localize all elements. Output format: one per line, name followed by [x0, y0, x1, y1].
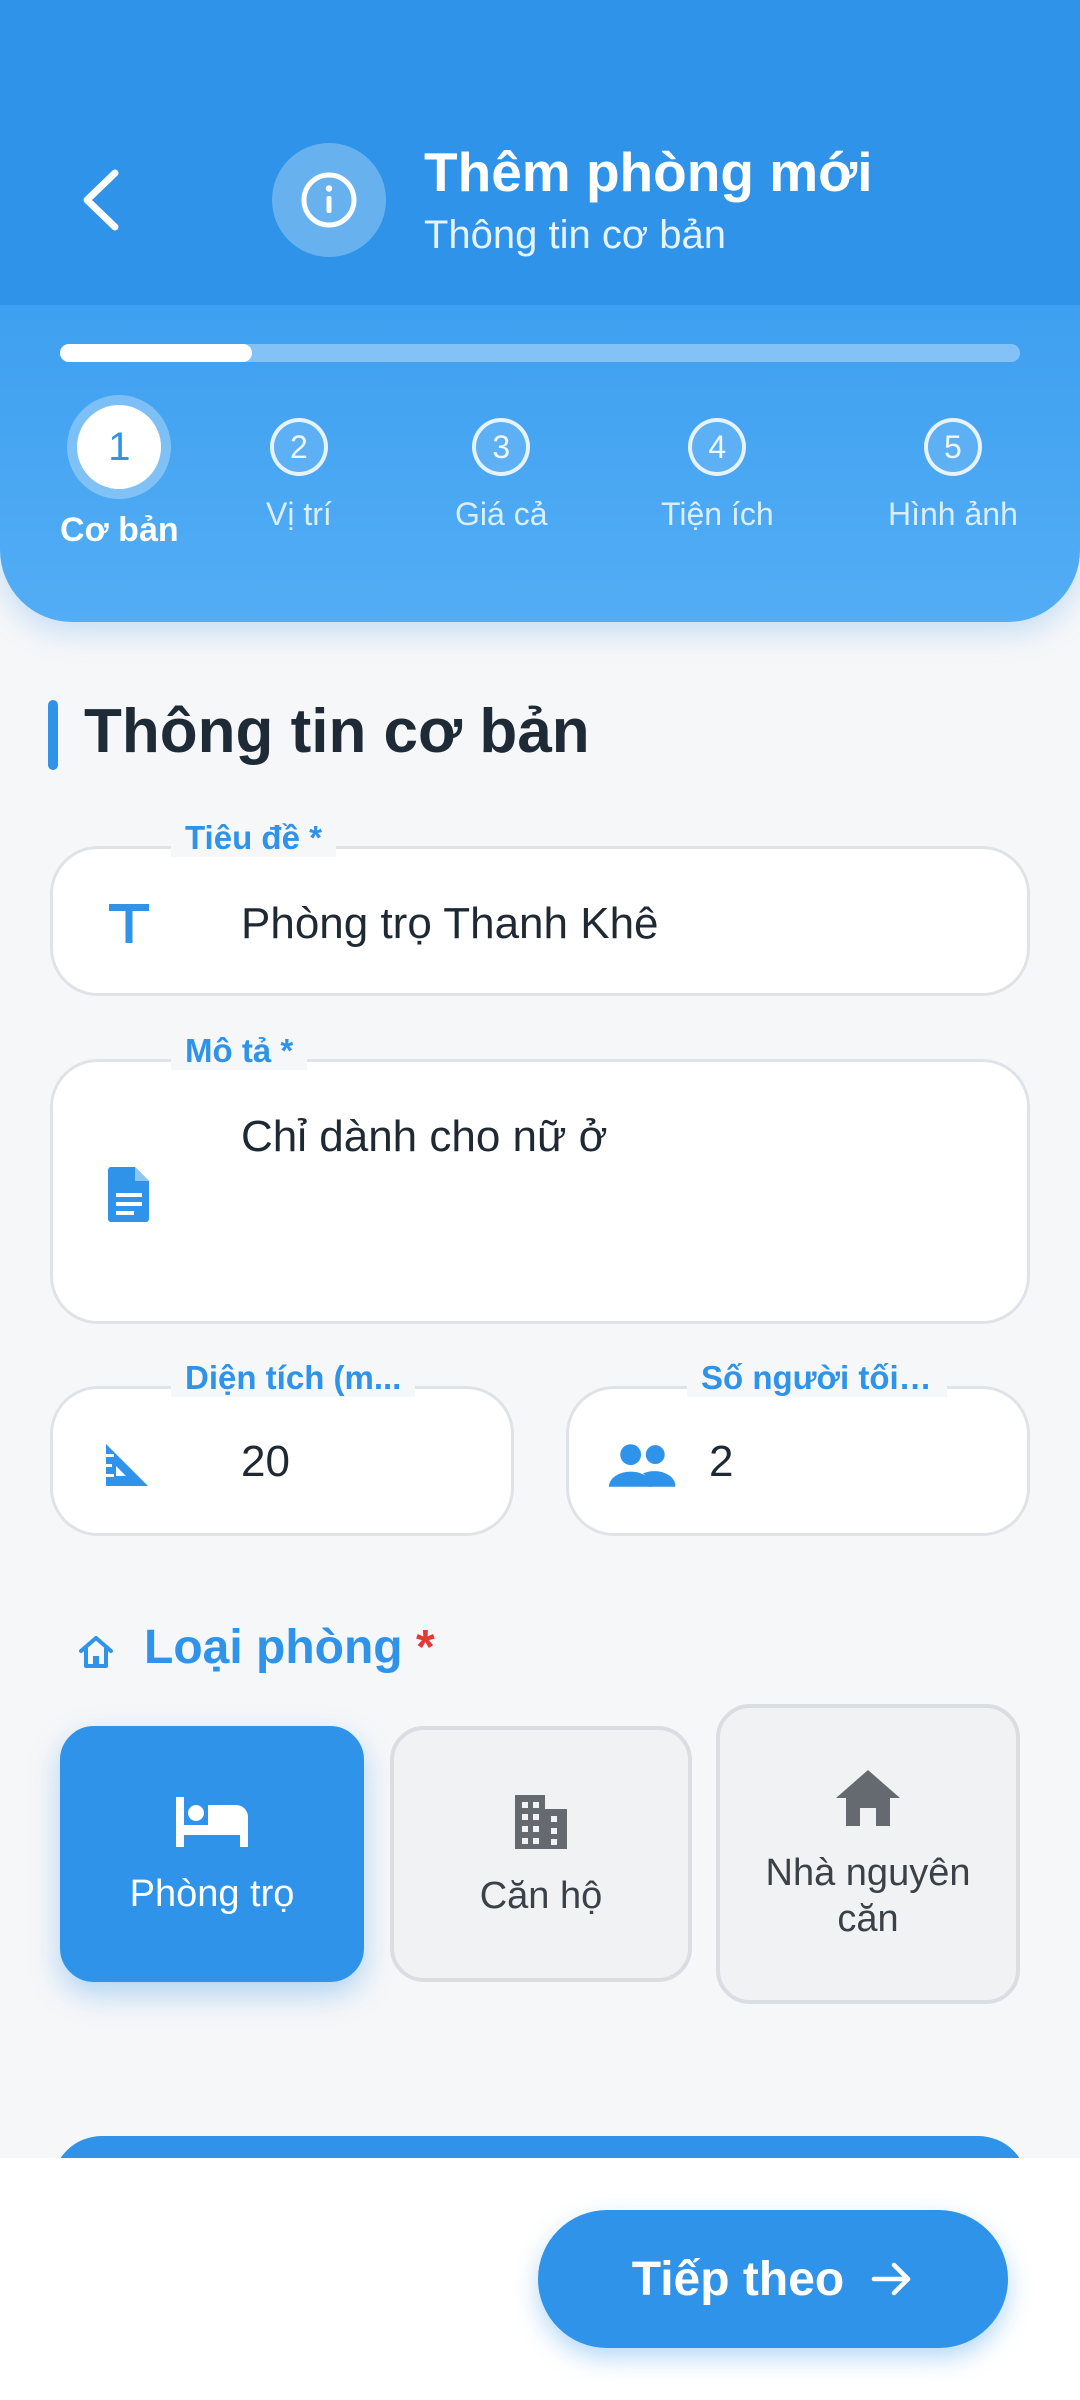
room-type-option-nha-nguyen-can[interactable]: Nhà nguyên căn — [716, 1704, 1020, 2004]
title-input[interactable]: Phòng trọ Thanh Khê — [241, 899, 659, 949]
description-field[interactable]: Mô tả * Chỉ dành cho nữ ở — [50, 1032, 1030, 1324]
room-type-option-label: Nhà nguyên căn — [765, 1852, 971, 1940]
room-type-label: Loại phòng * — [144, 1620, 435, 1675]
step-progress-fill — [60, 344, 252, 362]
step-4-amenities[interactable]: 4 Tiện ích — [661, 418, 774, 533]
room-type-label-text: Loại phòng — [144, 1621, 403, 1674]
step-2-location[interactable]: 2 Vị trí — [266, 418, 332, 533]
title-field-label: Tiêu đề * — [171, 819, 336, 857]
bed-icon — [176, 1797, 248, 1847]
page-title: Thêm phòng mới — [424, 141, 873, 203]
step-label: Giá cả — [455, 496, 548, 532]
step-number: 3 — [472, 418, 531, 476]
step-label: Tiện ích — [661, 496, 774, 532]
next-button[interactable]: Tiếp theo — [538, 2210, 1008, 2348]
room-type-option-label: Phòng trọ — [129, 1873, 295, 1915]
people-icon — [605, 1437, 679, 1493]
description-input[interactable]: Chỉ dành cho nữ ở — [241, 1112, 608, 1162]
back-button[interactable] — [70, 160, 130, 240]
section-title: Thông tin cơ bản — [84, 697, 590, 766]
info-icon-badge — [272, 143, 386, 257]
area-input[interactable]: 20 — [241, 1437, 290, 1487]
next-button-label: Tiếp theo — [631, 2252, 845, 2306]
step-1-basic[interactable]: 1 Cơ bản — [60, 405, 179, 550]
area-field-label: Diện tích (m... — [171, 1359, 416, 1397]
ruler-icon — [97, 1435, 157, 1495]
description-field-label: Mô tả * — [171, 1032, 308, 1070]
step-label: Cơ bản — [60, 511, 179, 549]
step-label: Hình ảnh — [888, 496, 1018, 532]
room-type-option-phong-tro[interactable]: Phòng trọ — [60, 1726, 364, 1982]
building-icon — [515, 1795, 567, 1849]
max-people-input[interactable]: 2 — [709, 1437, 733, 1487]
step-number: 2 — [269, 418, 328, 476]
text-icon — [99, 893, 159, 953]
page-subtitle: Thông tin cơ bản — [424, 213, 726, 257]
title-field[interactable]: Tiêu đề * Phòng trọ Thanh Khê — [50, 819, 1030, 996]
step-progress-bar — [60, 344, 1020, 362]
info-icon — [301, 172, 357, 228]
step-number: 4 — [688, 418, 747, 476]
back-arrow-icon — [83, 169, 119, 231]
arrow-right-icon — [871, 2262, 911, 2296]
area-field[interactable]: Diện tích (m... 20 — [50, 1359, 514, 1536]
step-5-images[interactable]: 5 Hình ảnh — [888, 418, 1018, 533]
section-accent-bar — [48, 700, 58, 770]
step-number: 5 — [923, 418, 982, 476]
step-label: Vị trí — [266, 496, 332, 532]
home-outline-icon — [79, 1636, 113, 1668]
required-mark: * — [415, 1621, 435, 1674]
step-number: 1 — [77, 405, 162, 489]
room-type-option-label: Căn hộ — [479, 1875, 603, 1917]
app-header: Thêm phòng mới Thông tin cơ bản 1 Cơ bản… — [0, 0, 1080, 622]
max-people-field[interactable]: Số người tối ... 2 — [566, 1359, 1030, 1536]
room-type-option-can-ho[interactable]: Căn hộ — [390, 1726, 692, 1982]
step-3-price[interactable]: 3 Giá cả — [455, 418, 547, 533]
max-people-field-label: Số người tối ... — [687, 1359, 947, 1397]
document-icon — [99, 1162, 159, 1226]
house-icon — [836, 1770, 900, 1826]
